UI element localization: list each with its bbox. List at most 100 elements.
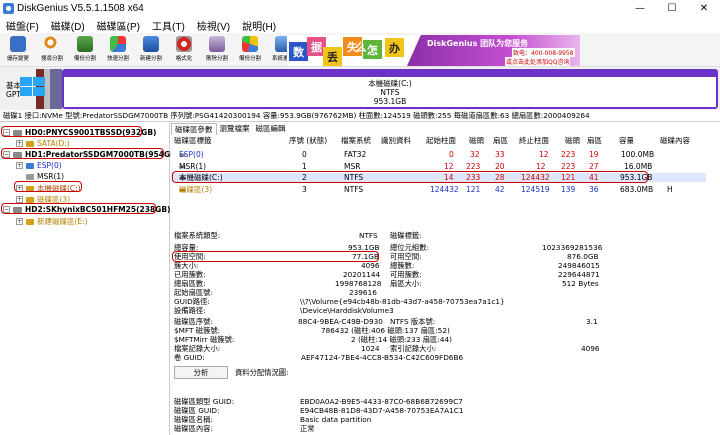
minimize-icon[interactable]: — [624, 0, 656, 17]
basic-label: 基本 [6, 81, 21, 90]
format-button[interactable]: 格式化 [167, 35, 201, 65]
cell: 12 [536, 162, 546, 171]
table-row[interactable]: ▬ MSR(1) 1 MSR 12 223 20 12 223 27 16.0M… [171, 162, 706, 171]
menu-help[interactable]: 說明(H) [236, 18, 282, 33]
menu-disk[interactable]: 磁碟(D) [45, 18, 91, 33]
maximize-icon[interactable]: ☐ [656, 0, 688, 17]
tree-label: MSR(1) [37, 172, 65, 181]
delete-partition-button[interactable]: 刪除分割 [200, 35, 234, 65]
search-partition-button[interactable]: 搜尋分割 [35, 35, 69, 65]
disk-tree: − HD0:PNYCS9001TBSSD(932GB) + SATA(D:) − HD… [0, 123, 179, 435]
expand-icon[interactable]: + [16, 140, 23, 147]
partition-icon [26, 218, 34, 225]
partition-segment-recovery[interactable] [50, 69, 62, 109]
segment-name: 本機磁碟(C:) [368, 79, 412, 88]
app-icon [3, 3, 14, 14]
detail-value: 3.1 [586, 317, 598, 326]
tree-label: 新建磁碟區(E:) [37, 217, 88, 226]
expand-icon[interactable]: + [16, 196, 23, 203]
table-row[interactable]: ▬ 磁碟區(3) 3 NTFS 124432 121 42 124519 139… [171, 185, 706, 194]
banner-cube: 办 [385, 38, 404, 57]
col-header[interactable]: 起始柱面 [426, 136, 456, 145]
magnifier-icon [44, 36, 60, 52]
tree-partition-msr[interactable]: MSR(1) [26, 172, 64, 181]
table-row[interactable]: ▬ ESP(0) 0 FAT32 0 32 33 12 223 19 100.0… [171, 150, 706, 159]
col-header[interactable]: 扇區 [493, 136, 508, 145]
promo-ribbon: DiskGenius 团队为您服务 致电：400-008-9958 或点击此处添… [407, 35, 580, 66]
gpt-label: GPT [6, 90, 21, 99]
expand-icon[interactable]: + [16, 162, 23, 169]
detail-label: 扇區大小: [390, 279, 422, 288]
partition-icon [26, 162, 34, 169]
tree-partition-e[interactable]: + 新建磁碟區(E:) [16, 216, 88, 227]
window-controls: — ☐ ✕ [624, 0, 720, 17]
promo-banner[interactable]: 数 据 丢 失 怎 么 办 DiskGenius 团队为您服务 致电：400-0… [287, 35, 580, 66]
menu-view[interactable]: 檢視(V) [191, 18, 236, 33]
tree-partition-sata[interactable]: + SATA(D:) [16, 139, 70, 148]
col-header[interactable]: 磁頭 [469, 136, 484, 145]
analyze-button[interactable]: 分析 [174, 366, 228, 379]
cell: 0 [302, 150, 307, 159]
cell: 16.0MB [624, 162, 653, 171]
col-header[interactable]: 扇區 [587, 136, 602, 145]
backup-partition-button[interactable]: 備份分割 [68, 35, 102, 65]
col-header[interactable]: 序號 (狀態) [289, 136, 327, 145]
save-button[interactable]: 儲存變更 [1, 35, 35, 65]
backup-button[interactable]: 備份分割 [233, 35, 267, 65]
cell: 27 [589, 162, 599, 171]
cell: 12 [539, 150, 549, 159]
col-header[interactable]: 終止柱面 [519, 136, 549, 145]
segment-label: 本機磁碟(C:) NTFS 953.1GB [64, 77, 716, 107]
new-partition-button[interactable]: 新建分割 [134, 35, 168, 65]
expand-icon[interactable]: + [16, 218, 23, 225]
menu-tools[interactable]: 工具(T) [146, 18, 191, 33]
cell: MSR [344, 162, 361, 171]
delete-icon [209, 36, 225, 52]
detail-value: 512 Bytes [562, 279, 599, 288]
backup-icon [77, 36, 93, 52]
tree-label: ESP(0) [37, 161, 62, 170]
menu-partition[interactable]: 磁碟區(P) [91, 18, 146, 33]
close-icon[interactable]: ✕ [688, 0, 720, 17]
partition-icon [26, 140, 34, 147]
detail-value: \Device\HarddiskVolume3 [300, 306, 394, 315]
quick-partition-button[interactable]: 快速分割 [101, 35, 135, 65]
highlight-hd0 [1, 126, 142, 137]
cell: 124519 [521, 185, 550, 194]
cell: 100.0MB [621, 150, 655, 159]
partition-icon [26, 173, 34, 180]
cell: 1 [302, 162, 307, 171]
cell: 33 [495, 150, 505, 159]
col-header[interactable]: 磁碟內容 [660, 136, 690, 145]
partition-segment-c[interactable]: 本機磁碟(C:) NTFS 953.1GB [62, 69, 718, 109]
detail-label: 磁碟區內容: [174, 424, 213, 433]
backup-pie-icon [242, 36, 258, 52]
cell: 20 [495, 162, 505, 171]
col-header[interactable]: 磁碟區標籤 [174, 136, 212, 145]
detail-value: AEF47124-7BE4-4CC8-B534-C42C609FD6B6 [301, 353, 464, 362]
col-header[interactable]: 磁頭 [565, 136, 580, 145]
tree-label: SATA(D:) [37, 139, 70, 148]
highlight-row-c [172, 171, 648, 183]
promo-qq: 或点击此处添加QQ咨询 [505, 57, 571, 66]
menu-file[interactable]: 磁盤(F) [0, 18, 45, 33]
menu-bar: 磁盤(F) 磁碟(D) 磁碟區(P) 工具(T) 檢視(V) 說明(H) [0, 17, 720, 33]
tab-partition-params[interactable]: 磁碟區參數 [171, 123, 217, 135]
col-header[interactable]: 檔案系統 [341, 136, 371, 145]
tab-sector-editor[interactable]: 磁區編輯 [253, 123, 289, 135]
cell: 139 [561, 185, 576, 194]
col-header[interactable]: 識別資料 [381, 136, 411, 145]
disk-info-bar: 磁碟1 接口:NVMe 型號:PredatorSSDGM7000TB 序列號:P… [0, 110, 720, 122]
detail-fs-type-value: NTFS [359, 231, 378, 240]
highlight-hd2 [1, 203, 156, 214]
cell: 223 [561, 162, 576, 171]
tree-partition-esp[interactable]: + ESP(0) [16, 161, 62, 170]
col-header[interactable]: 容量 [619, 136, 634, 145]
highlight-c [14, 181, 82, 192]
highlight-hd1 [1, 148, 164, 159]
details-pane: 磁碟區參數 瀏覽檔案 磁區編輯 磁碟區標籤 序號 (狀態) 檔案系統 識別資料 … [171, 123, 720, 435]
cell: 0 [449, 150, 454, 159]
tab-browse-files[interactable]: 瀏覽檔案 [217, 123, 253, 135]
cell: H [667, 185, 673, 194]
detail-value: 4096 [581, 344, 600, 353]
